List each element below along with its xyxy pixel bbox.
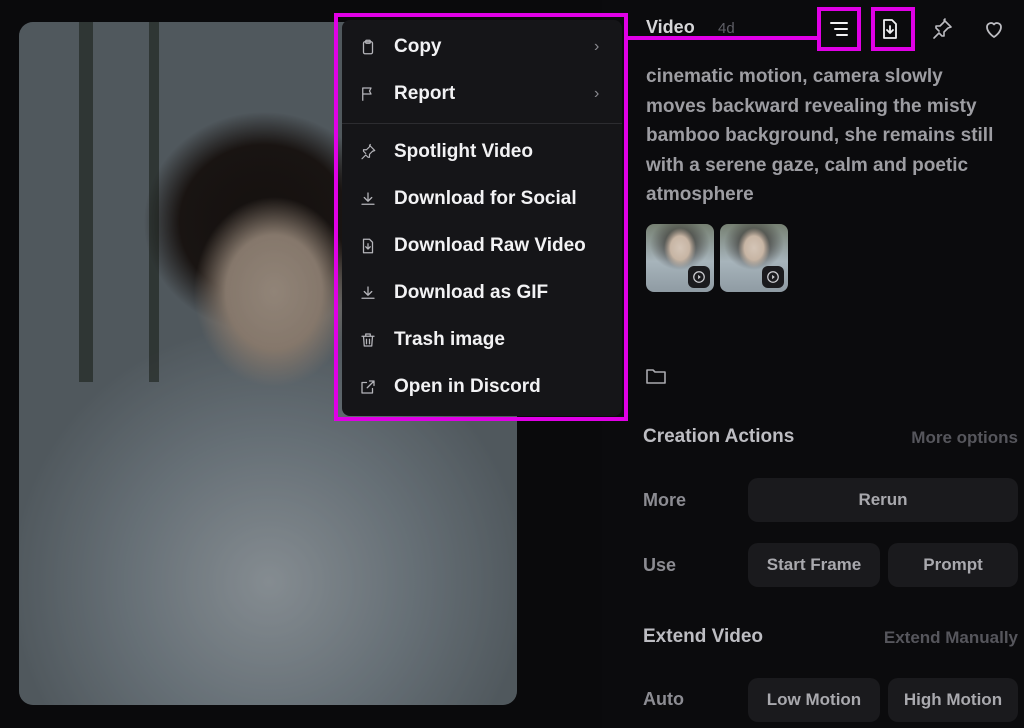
low-motion-button[interactable]: Low Motion [748, 678, 880, 722]
more-row-label: More [643, 490, 687, 510]
download-button-highlight [871, 7, 915, 51]
pin-icon [933, 18, 952, 39]
like-button[interactable] [976, 11, 1012, 47]
folder-icon [646, 369, 666, 384]
annotation-connector [626, 36, 818, 40]
play-badge [762, 266, 784, 288]
play-badge [688, 266, 710, 288]
rerun-button[interactable]: Rerun [748, 478, 1018, 522]
heart-icon [986, 22, 1002, 38]
details-panel: Video 4d cinematic motion, camera slowly… [602, 0, 1024, 728]
auto-row-label: Auto [643, 689, 684, 709]
pin-button[interactable] [924, 11, 960, 47]
start-frame-button[interactable]: Start Frame [748, 543, 880, 587]
context-menu-highlight [334, 13, 628, 421]
extend-manually-link[interactable]: Extend Manually [884, 628, 1018, 648]
creation-actions-title: Creation Actions [643, 426, 795, 447]
high-motion-button[interactable]: High Motion [888, 678, 1018, 722]
media-type-label: Video [646, 17, 695, 37]
use-row-label: Use [643, 555, 677, 575]
reference-thumbnail-2[interactable] [720, 224, 788, 292]
play-icon [767, 271, 779, 283]
reference-thumbnail-1[interactable] [646, 224, 714, 292]
prompt-button[interactable]: Prompt [888, 543, 1018, 587]
more-options-link[interactable]: More options [911, 428, 1018, 448]
prompt-text: cinematic motion, camera slowly moves ba… [646, 66, 994, 206]
play-icon [693, 271, 705, 283]
extend-video-title: Extend Video [643, 626, 764, 647]
age-label: 4d [718, 20, 735, 37]
menu-button-highlight [817, 7, 861, 51]
folder-button[interactable] [644, 364, 668, 388]
